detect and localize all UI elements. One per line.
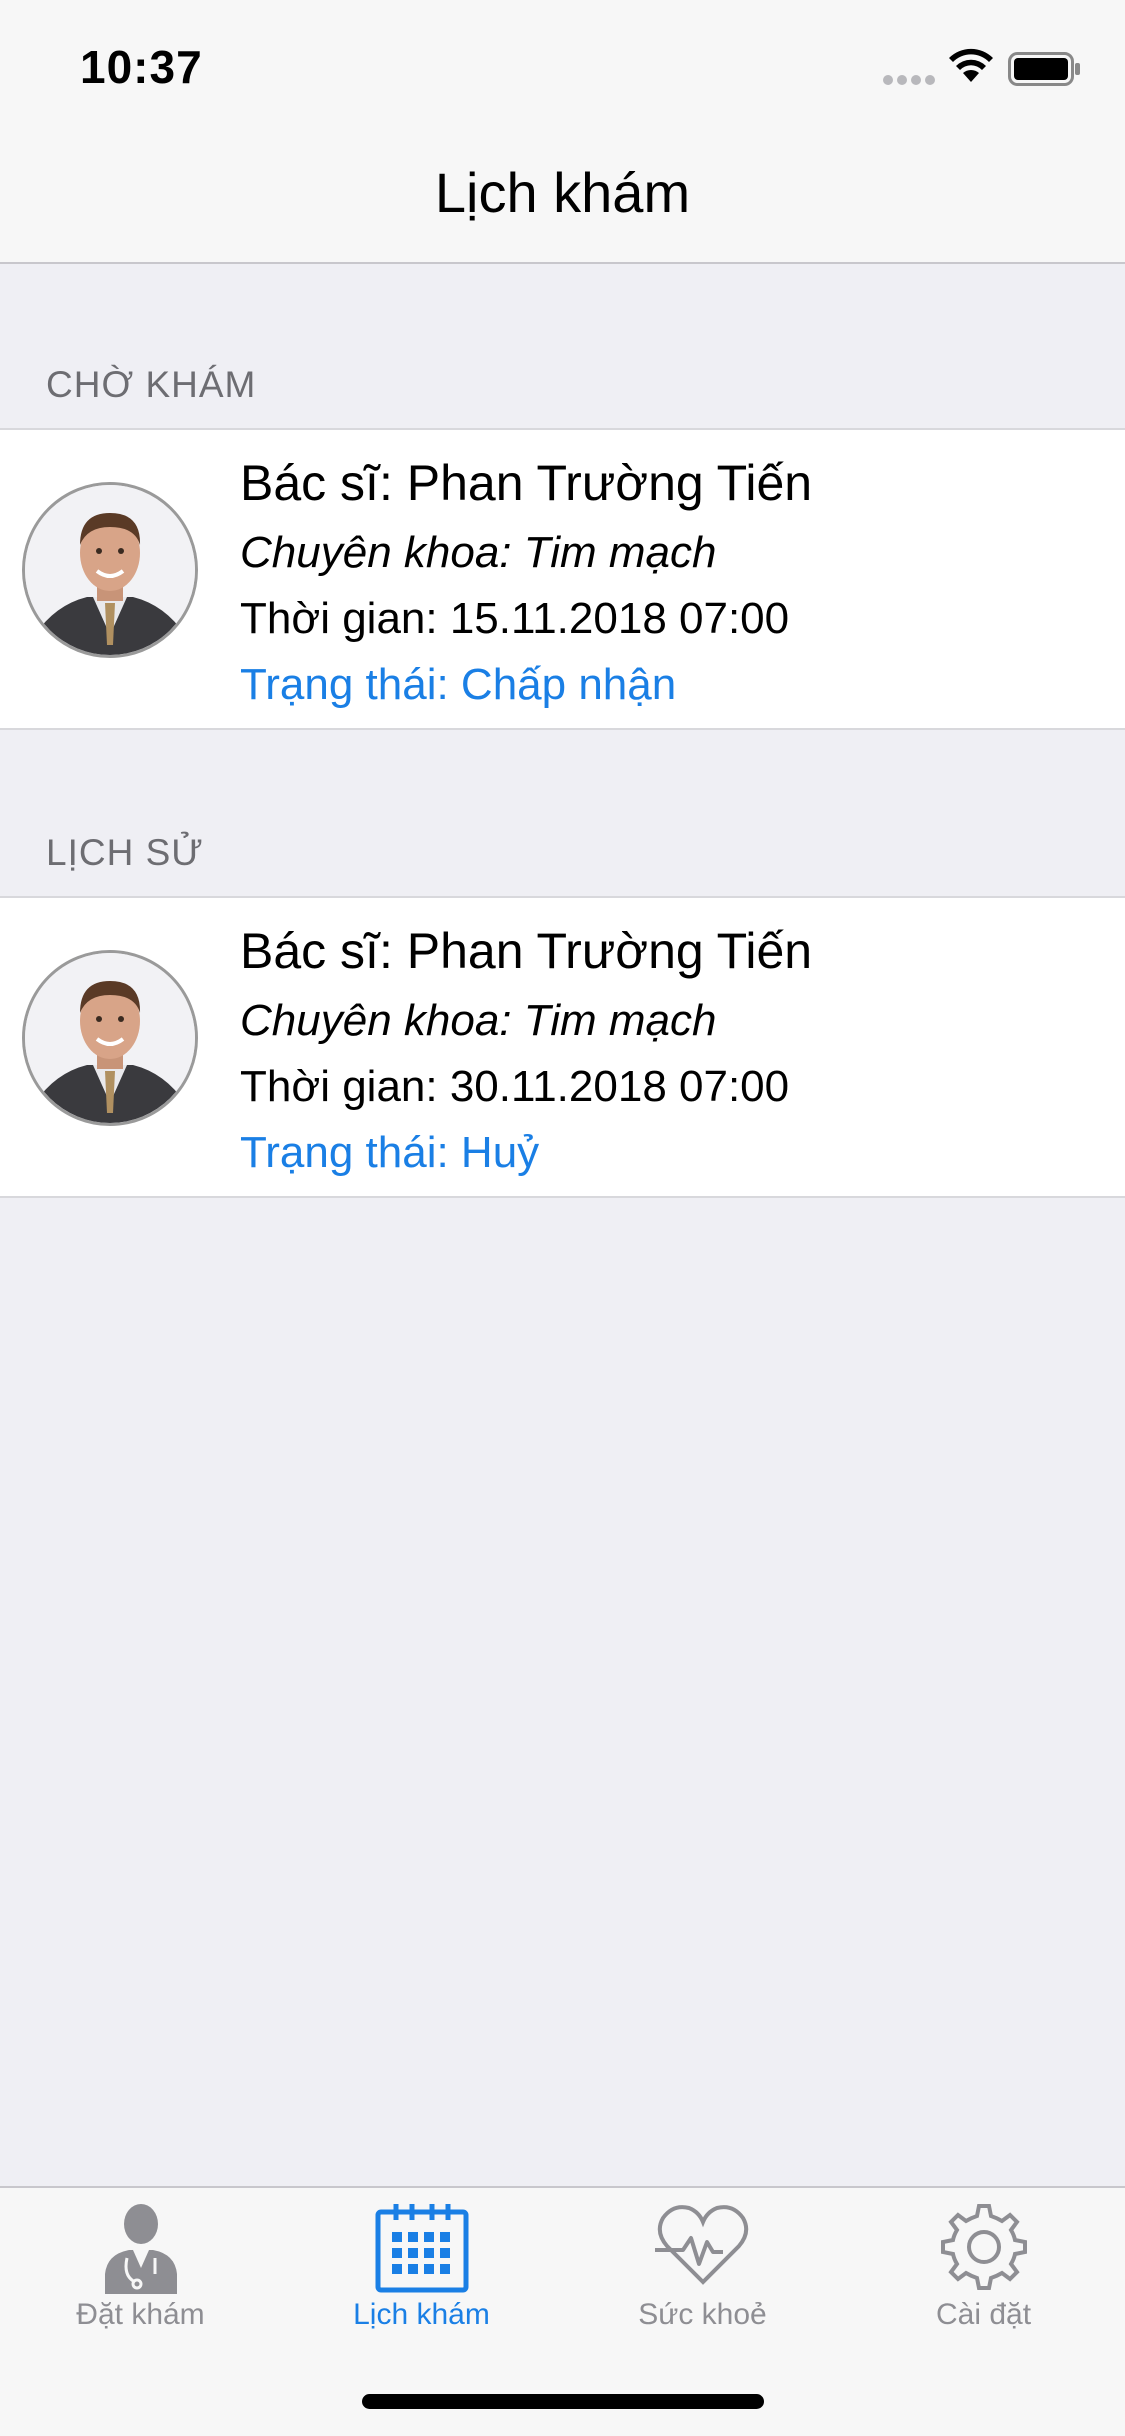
wifi-icon — [949, 48, 993, 82]
tab-cai-dat[interactable]: Cài đặt — [843, 2188, 1124, 2338]
page-title: Lịch khám — [434, 161, 691, 224]
heart-pulse-icon — [654, 2205, 748, 2285]
gear-icon — [940, 2204, 1027, 2290]
navigation-bar: Lịch khám — [0, 132, 1125, 264]
doctor-name: Bác sĩ: Phan Trường Tiến — [240, 455, 813, 511]
tab-lich-kham[interactable]: Lịch khám — [281, 2188, 562, 2338]
doctor-avatar — [22, 950, 198, 1126]
appointment-card[interactable]: Bác sĩ: Phan Trường Tiến Chuyên khoa: Ti… — [0, 896, 1125, 1198]
appointment-time: Thời gian: 30.11.2018 07:00 — [240, 1062, 790, 1111]
doctor-name: Bác sĩ: Phan Trường Tiến — [240, 923, 813, 979]
appointment-time: Thời gian: 15.11.2018 07:00 — [240, 594, 790, 643]
appointment-status: Trạng thái: Huỷ — [240, 1128, 540, 1177]
tab-label: Cài đặt — [935, 2298, 1032, 2331]
signal-dots-icon — [883, 75, 935, 85]
doctor-icon — [104, 2204, 177, 2294]
tab-label: Đặt khám — [76, 2298, 205, 2331]
tab-dat-kham[interactable]: Đặt khám — [0, 2188, 281, 2338]
tab-label: Sức khoẻ — [638, 2298, 767, 2331]
appointment-status: Trạng thái: Chấp nhận — [240, 660, 677, 709]
doctor-avatar — [22, 482, 198, 658]
battery-icon — [1008, 52, 1080, 86]
doctor-specialty: Chuyên khoa: Tim mạch — [240, 996, 717, 1045]
home-indicator[interactable] — [362, 2394, 764, 2409]
status-bar: 10:37 — [0, 0, 1125, 132]
section-header-pending: CHỜ KHÁM — [46, 364, 257, 405]
doctor-specialty: Chuyên khoa: Tim mạch — [240, 528, 717, 577]
tab-suc-khoe[interactable]: Sức khoẻ — [562, 2188, 843, 2338]
appointment-card[interactable]: Bác sĩ: Phan Trường Tiến Chuyên khoa: Ti… — [0, 428, 1125, 730]
section-header-history: LỊCH SỬ — [46, 832, 204, 873]
tab-label: Lịch khám — [353, 2298, 490, 2331]
calendar-icon — [375, 2204, 468, 2293]
status-time: 10:37 — [80, 41, 203, 93]
